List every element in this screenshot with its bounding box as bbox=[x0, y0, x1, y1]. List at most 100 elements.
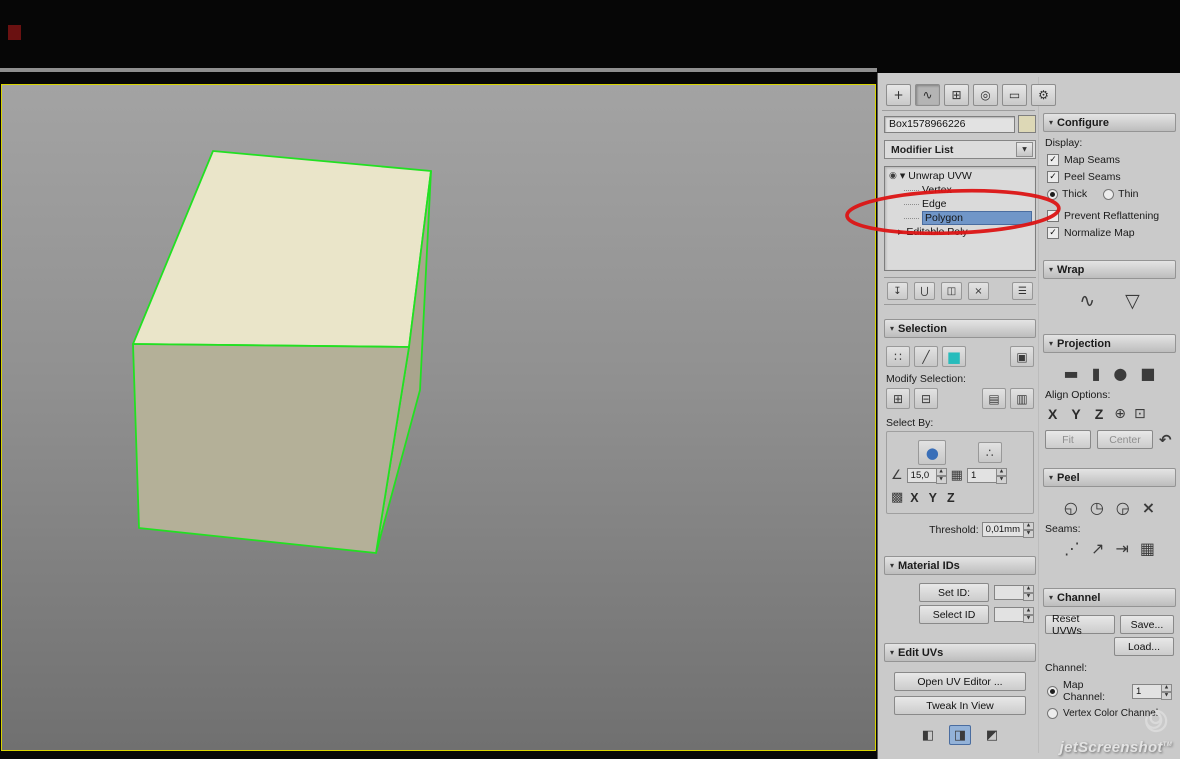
select-by-planar-button[interactable]: ∴ bbox=[977, 442, 1002, 463]
point-to-point-seam-icon[interactable]: ↗ bbox=[1091, 539, 1104, 558]
grow-selection-button[interactable]: ⊞ bbox=[886, 388, 910, 409]
modifier-list-dropdown[interactable]: Modifier List ▼ bbox=[884, 140, 1036, 159]
material-id-spinner[interactable]: 1 ▲ ▼ bbox=[966, 468, 1007, 484]
spinner-up-icon[interactable]: ▲ bbox=[995, 468, 1007, 476]
edit-uvs-tool-c-button[interactable]: ◩ bbox=[981, 725, 1003, 745]
pelt-map-icon[interactable]: ◶ bbox=[1116, 498, 1130, 517]
spinner-down-icon[interactable]: ▼ bbox=[1023, 530, 1034, 538]
modify-tab[interactable]: ∿ bbox=[915, 84, 940, 106]
object-color-swatch[interactable] bbox=[1018, 115, 1036, 133]
display-tab[interactable]: ▭ bbox=[1002, 84, 1027, 106]
map-channel-spinner[interactable]: 1 ▲ ▼ bbox=[1132, 683, 1172, 700]
spinner-down-icon[interactable]: ▼ bbox=[995, 476, 1007, 484]
spinner-up-icon[interactable]: ▲ bbox=[1161, 683, 1172, 692]
selection-rollout: ▾ Selection ∷ ╱ ■ ▣ Modify Selection: ⊞ … bbox=[884, 319, 1036, 542]
shrink-selection-button[interactable]: ⊟ bbox=[914, 388, 938, 409]
selection-rollout-header[interactable]: ▾ Selection bbox=[884, 319, 1036, 338]
set-id-spinner[interactable]: ▲ ▼ bbox=[994, 585, 1034, 601]
axis-y-button[interactable]: Y bbox=[926, 491, 940, 505]
material-id-grid-icon[interactable]: ▦ bbox=[951, 468, 963, 483]
make-unique-button[interactable]: ◫ bbox=[941, 282, 962, 300]
convert-edge-to-seams-icon[interactable]: ⇥ bbox=[1115, 539, 1128, 558]
configure-modifier-sets-button[interactable]: ☰ bbox=[1012, 282, 1033, 300]
pin-stack-button[interactable]: ↧ bbox=[887, 282, 908, 300]
axis-x-button[interactable]: X bbox=[907, 491, 921, 505]
planar-map-icon[interactable]: ▬ bbox=[1063, 364, 1078, 383]
vertex-color-channel-radio[interactable] bbox=[1047, 708, 1058, 719]
expand-triangle-icon[interactable]: ▼ bbox=[900, 172, 905, 180]
utilities-tab[interactable]: ⚙ bbox=[1031, 84, 1056, 106]
motion-tab[interactable]: ◎ bbox=[973, 84, 998, 106]
titlebar-red-chip bbox=[8, 25, 21, 40]
loop-selection-button[interactable]: ▥ bbox=[1010, 388, 1034, 409]
make-unique-icon: ◫ bbox=[946, 285, 957, 297]
peel-mode-icon[interactable]: ◷ bbox=[1090, 498, 1104, 517]
open-uv-editor-button[interactable]: Open UV Editor ... bbox=[894, 672, 1026, 691]
edit-uvs-rollout-header[interactable]: ▾ Edit UVs bbox=[884, 643, 1036, 662]
spline-mapping-icon[interactable]: ∿ bbox=[1079, 290, 1095, 312]
hierarchy-tab[interactable]: ⊞ bbox=[944, 84, 969, 106]
ring-selection-button[interactable]: ▤ bbox=[982, 388, 1006, 409]
center-button[interactable]: Center bbox=[1097, 430, 1153, 449]
spinner-down-icon[interactable]: ▼ bbox=[1023, 593, 1034, 601]
wrap-rollout-header[interactable]: ▾ Wrap bbox=[1043, 260, 1176, 279]
reset-projection-icon[interactable]: ↶ bbox=[1159, 431, 1172, 449]
unfold-strip-icon[interactable]: ▽ bbox=[1125, 290, 1140, 312]
select-by-smoothing-group-button[interactable]: ● bbox=[918, 440, 947, 465]
best-align-icon[interactable]: ⊡ bbox=[1134, 406, 1146, 422]
vertex-subobject-button[interactable]: ∷ bbox=[886, 346, 910, 367]
tweak-in-view-button[interactable]: Tweak In View bbox=[894, 696, 1026, 715]
remove-modifier-button[interactable]: × bbox=[968, 282, 989, 300]
save-button[interactable]: Save... bbox=[1119, 615, 1174, 634]
show-end-result-button[interactable]: ⋃ bbox=[914, 282, 935, 300]
map-seams-option[interactable]: ✓ Map Seams bbox=[1047, 154, 1172, 166]
spinner-down-icon[interactable]: ▼ bbox=[1023, 615, 1034, 623]
spinner-down-icon[interactable]: ▼ bbox=[935, 476, 947, 484]
align-x-button[interactable]: X bbox=[1045, 406, 1060, 422]
checker-pattern-icon[interactable]: ▩ bbox=[891, 490, 903, 505]
load-button[interactable]: Load... bbox=[1114, 637, 1174, 656]
seam-grid-icon[interactable]: ▦ bbox=[1140, 539, 1155, 558]
spinner-up-icon[interactable]: ▲ bbox=[1023, 522, 1034, 530]
select-id-spinner[interactable]: ▲ ▼ bbox=[994, 607, 1034, 623]
box-object[interactable] bbox=[132, 150, 432, 554]
projection-rollout-header[interactable]: ▾ Projection bbox=[1043, 334, 1176, 353]
quick-peel-icon[interactable]: ◵ bbox=[1064, 498, 1078, 517]
box-map-icon[interactable]: ■ bbox=[1140, 364, 1155, 383]
polygon-subobject-button[interactable]: ■ bbox=[942, 346, 966, 367]
object-name-field[interactable]: Box1578966226 bbox=[884, 115, 1015, 133]
axis-z-button[interactable]: Z bbox=[944, 491, 958, 505]
select-id-button[interactable]: Select ID bbox=[919, 605, 989, 624]
set-id-button[interactable]: Set ID: bbox=[919, 583, 989, 602]
channel-rollout-header[interactable]: ▾ Channel bbox=[1043, 588, 1176, 607]
select-by-element-button[interactable]: ▣ bbox=[1010, 346, 1034, 367]
edit-seams-icon[interactable]: ⋰ bbox=[1064, 539, 1080, 558]
align-z-button[interactable]: Z bbox=[1092, 406, 1107, 422]
material-ids-rollout-header[interactable]: ▾ Material IDs bbox=[884, 556, 1036, 575]
spinner-up-icon[interactable]: ▲ bbox=[935, 468, 947, 476]
visibility-eye-icon[interactable]: ◉ bbox=[889, 171, 897, 181]
threshold-spinner[interactable]: 0,01mm ▲ ▼ bbox=[981, 522, 1034, 538]
spinner-up-icon[interactable]: ▲ bbox=[1023, 607, 1034, 615]
planar-angle-cursor-icon[interactable]: ∠ bbox=[891, 468, 903, 483]
map-channel-radio[interactable] bbox=[1047, 685, 1058, 697]
align-y-button[interactable]: Y bbox=[1068, 406, 1083, 422]
spinner-up-icon[interactable]: ▲ bbox=[1023, 585, 1034, 593]
align-to-view-icon[interactable]: ⊕ bbox=[1114, 406, 1126, 422]
reset-uvws-button[interactable]: Reset UVWs bbox=[1045, 613, 1115, 637]
cylindrical-map-icon[interactable]: ▮ bbox=[1092, 364, 1101, 383]
edit-uvs-tool-b-button[interactable]: ◨ bbox=[949, 725, 971, 745]
spherical-map-icon[interactable]: ● bbox=[1113, 364, 1127, 383]
watermark-text: jetScreenshot bbox=[1059, 739, 1163, 756]
configure-rollout-header[interactable]: ▾ Configure bbox=[1043, 113, 1176, 132]
create-tab[interactable]: + bbox=[886, 84, 911, 106]
edge-subobject-button[interactable]: ╱ bbox=[914, 346, 938, 367]
peel-rollout-header[interactable]: ▾ Peel bbox=[1043, 468, 1176, 487]
perspective-viewport[interactable] bbox=[1, 84, 876, 751]
spinner-down-icon[interactable]: ▼ bbox=[1161, 691, 1172, 700]
planar-angle-spinner[interactable]: 15,0 ▲ ▼ bbox=[906, 468, 947, 484]
edit-uvs-tool-a-button[interactable]: ◧ bbox=[917, 725, 939, 745]
thin-radio[interactable] bbox=[1103, 188, 1115, 200]
reset-peel-icon[interactable]: × bbox=[1142, 498, 1155, 517]
fit-button[interactable]: Fit bbox=[1045, 430, 1091, 449]
